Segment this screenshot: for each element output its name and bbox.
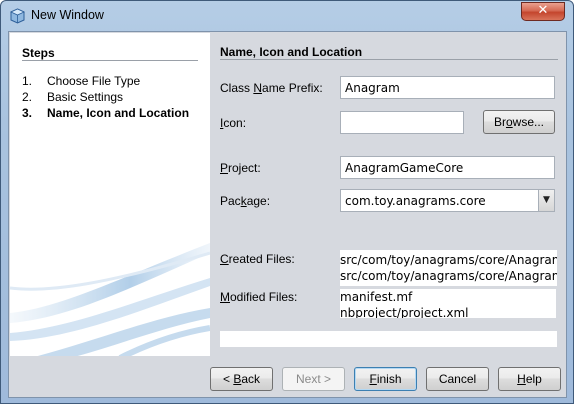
steps-panel: Steps 1. Choose File Type 2. Basic Setting… xyxy=(10,33,210,356)
mnemonic: C xyxy=(220,252,229,266)
icon-input[interactable] xyxy=(340,111,464,134)
step-label: Choose File Type xyxy=(47,74,141,88)
label-text: age: xyxy=(246,194,271,208)
browse-button[interactable]: Browse... xyxy=(483,110,555,134)
project-label: Project: xyxy=(220,161,261,175)
button-text: < xyxy=(222,372,234,386)
new-window-dialog: New Window ✕ Steps 1. Choose File Type 2.… xyxy=(0,0,574,404)
icon-label: Icon: xyxy=(220,116,246,130)
label-text: reated Files: xyxy=(228,252,295,266)
mnemonic: M xyxy=(220,290,230,304)
label-text: Pac xyxy=(220,194,241,208)
step-label: Basic Settings xyxy=(47,90,124,104)
package-label: Package: xyxy=(220,194,270,208)
modified-file-item: manifest.mf xyxy=(340,290,413,304)
button-text: Br xyxy=(493,115,506,129)
empty-info-area xyxy=(220,331,557,347)
step-name-icon-location: 3. Name, Icon and Location xyxy=(22,106,189,120)
button-text: inish xyxy=(376,372,402,386)
step-number: 1. xyxy=(22,74,33,88)
mnemonic: F xyxy=(369,372,377,386)
button-text: wse... xyxy=(512,115,545,129)
button-text: ack xyxy=(241,372,261,386)
back-button[interactable]: < Back xyxy=(210,367,273,391)
step-number: 2. xyxy=(22,90,33,104)
class-name-prefix-label: Class Name Prefix: xyxy=(220,81,323,95)
package-combobox[interactable]: com.toy.anagrams.core xyxy=(340,189,555,212)
mnemonic: o xyxy=(505,115,513,129)
label-text: Class xyxy=(220,81,254,95)
step-basic-settings: 2. Basic Settings xyxy=(22,90,123,104)
close-button[interactable]: ✕ xyxy=(521,2,565,21)
modified-files-list[interactable]: manifest.mf nbproject/project.xml xyxy=(340,289,556,318)
title-bar[interactable]: New Window ✕ xyxy=(1,1,573,31)
modified-files-label: Modified Files: xyxy=(220,290,297,304)
label-text: odified Files: xyxy=(230,290,298,304)
created-file-item: src/com/toy/anagrams/core/AnagramTopComp… xyxy=(340,253,557,267)
content-title: Name, Icon and Location xyxy=(220,45,363,59)
label-text: roject: xyxy=(228,161,261,175)
step-number: 3. xyxy=(22,106,33,120)
created-files-label: Created Files: xyxy=(220,252,295,266)
dialog-body: Steps 1. Choose File Type 2. Basic Setting… xyxy=(8,31,567,398)
mnemonic: N xyxy=(253,81,263,95)
project-field: AnagramGameCore xyxy=(340,156,555,179)
modified-file-item: nbproject/project.xml xyxy=(340,306,469,318)
mnemonic: P xyxy=(220,161,229,175)
label-text: con: xyxy=(223,116,247,130)
help-button[interactable]: Help xyxy=(498,367,561,391)
step-choose-file-type: 1. Choose File Type xyxy=(22,74,140,88)
mnemonic: H xyxy=(517,372,526,386)
wizard-swoosh-graphic xyxy=(10,243,210,356)
created-file-item: src/com/toy/anagrams/core/AnagramTopComp… xyxy=(340,269,557,283)
cancel-button[interactable]: Cancel xyxy=(426,367,489,391)
label-text: ame Prefix: xyxy=(262,81,323,95)
app-cube-icon xyxy=(10,8,25,24)
button-text: elp xyxy=(525,372,542,386)
created-files-list[interactable]: src/com/toy/anagrams/core/AnagramTopComp… xyxy=(340,250,557,286)
next-button[interactable]: Next > xyxy=(282,367,345,391)
steps-title: Steps xyxy=(22,46,55,60)
chevron-down-icon[interactable]: ▼ xyxy=(538,190,554,211)
content-divider xyxy=(220,59,558,60)
step-label: Name, Icon and Location xyxy=(47,106,190,120)
steps-divider xyxy=(22,60,198,61)
finish-button[interactable]: Finish xyxy=(354,367,417,391)
window-title: New Window xyxy=(31,8,104,22)
class-name-prefix-input[interactable]: Anagram xyxy=(340,76,555,99)
